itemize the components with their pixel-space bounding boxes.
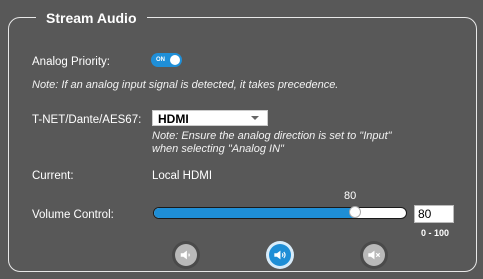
volume-up-button[interactable] <box>269 244 291 266</box>
chevron-down-icon <box>251 116 259 120</box>
volume-high-icon <box>274 250 286 260</box>
toggle-on-text: ON <box>156 57 165 63</box>
tnet-source-select[interactable]: HDMI <box>152 110 268 126</box>
volume-mute-icon <box>368 250 381 260</box>
volume-down-button[interactable] <box>175 244 197 266</box>
mute-button[interactable] <box>363 244 385 266</box>
volume-low-icon <box>180 250 190 260</box>
volume-slider-fill <box>154 208 355 218</box>
tnet-label: T-NET/Dante/AES67: <box>32 114 142 126</box>
current-value: Local HDMI <box>152 170 213 182</box>
analog-priority-toggle[interactable]: ON <box>151 53 182 67</box>
tnet-note-line1: Note: Ensure the analog direction is set… <box>152 130 392 142</box>
volume-slider-value: 80 <box>344 190 357 202</box>
panel-title: Stream Audio <box>36 9 147 27</box>
tnet-note-line2: when selecting "Analog IN" <box>152 143 284 155</box>
volume-control-label: Volume Control: <box>32 209 114 221</box>
volume-slider[interactable] <box>153 207 407 219</box>
current-label: Current: <box>32 170 74 182</box>
toggle-knob <box>170 55 180 65</box>
volume-input[interactable] <box>414 205 454 223</box>
volume-range-label: 0 - 100 <box>421 228 450 238</box>
tnet-selected-value: HDMI <box>158 112 189 126</box>
analog-priority-label: Analog Priority: <box>32 56 110 68</box>
analog-priority-note: Note: If an analog input signal is detec… <box>32 79 339 91</box>
